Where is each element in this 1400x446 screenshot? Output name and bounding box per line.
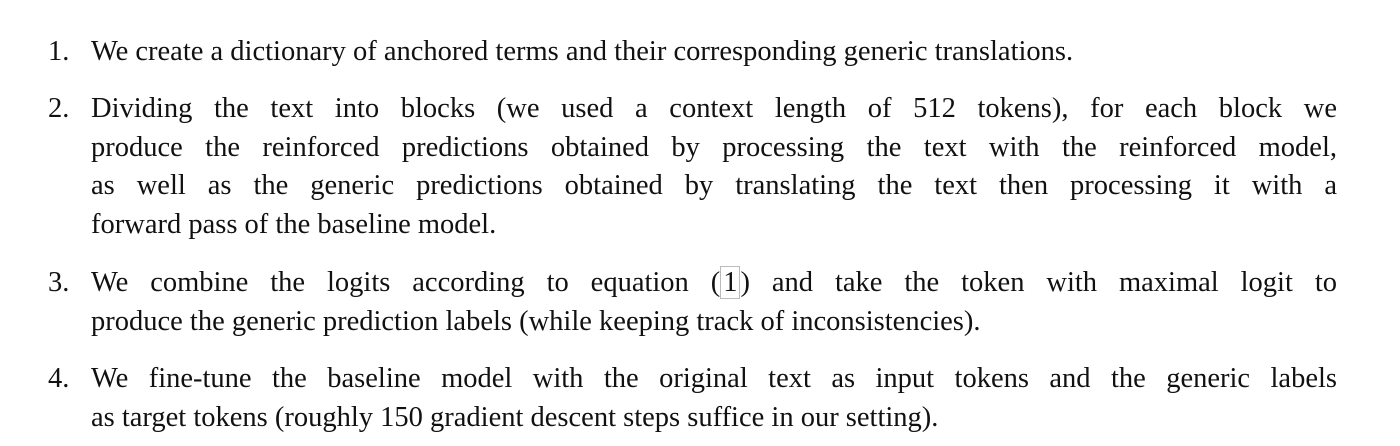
item-text-line: produce the generic prediction labels (w… [91, 305, 981, 337]
item-text-line: as well as the generic predictions obtai… [91, 170, 1337, 201]
item-text-line: We create a dictionary of anchored terms… [91, 36, 1074, 67]
item-number: 3. [48, 267, 70, 298]
item-number: 4. [48, 363, 70, 394]
equation-reference-link[interactable]: 1 [720, 266, 741, 299]
item-text-line: as target tokens (roughly 150 gradient d… [91, 401, 939, 433]
item-number: 1. [48, 36, 70, 67]
item-text-line: Dividing the text into blocks (we used a… [91, 93, 1337, 124]
item-text-line: We fine-tune the baseline model with the… [91, 363, 1337, 394]
text-segment: We combine the logits according to equat… [91, 267, 721, 298]
item-number: 2. [48, 93, 70, 124]
item-text-line: produce the reinforced predictions obtai… [91, 131, 1337, 163]
item-text-line: forward pass of the baseline model. [91, 208, 497, 240]
item-text-line: We combine the logits according to equat… [91, 264, 1337, 303]
text-segment: ) and take the token with maximal logit … [740, 267, 1337, 298]
